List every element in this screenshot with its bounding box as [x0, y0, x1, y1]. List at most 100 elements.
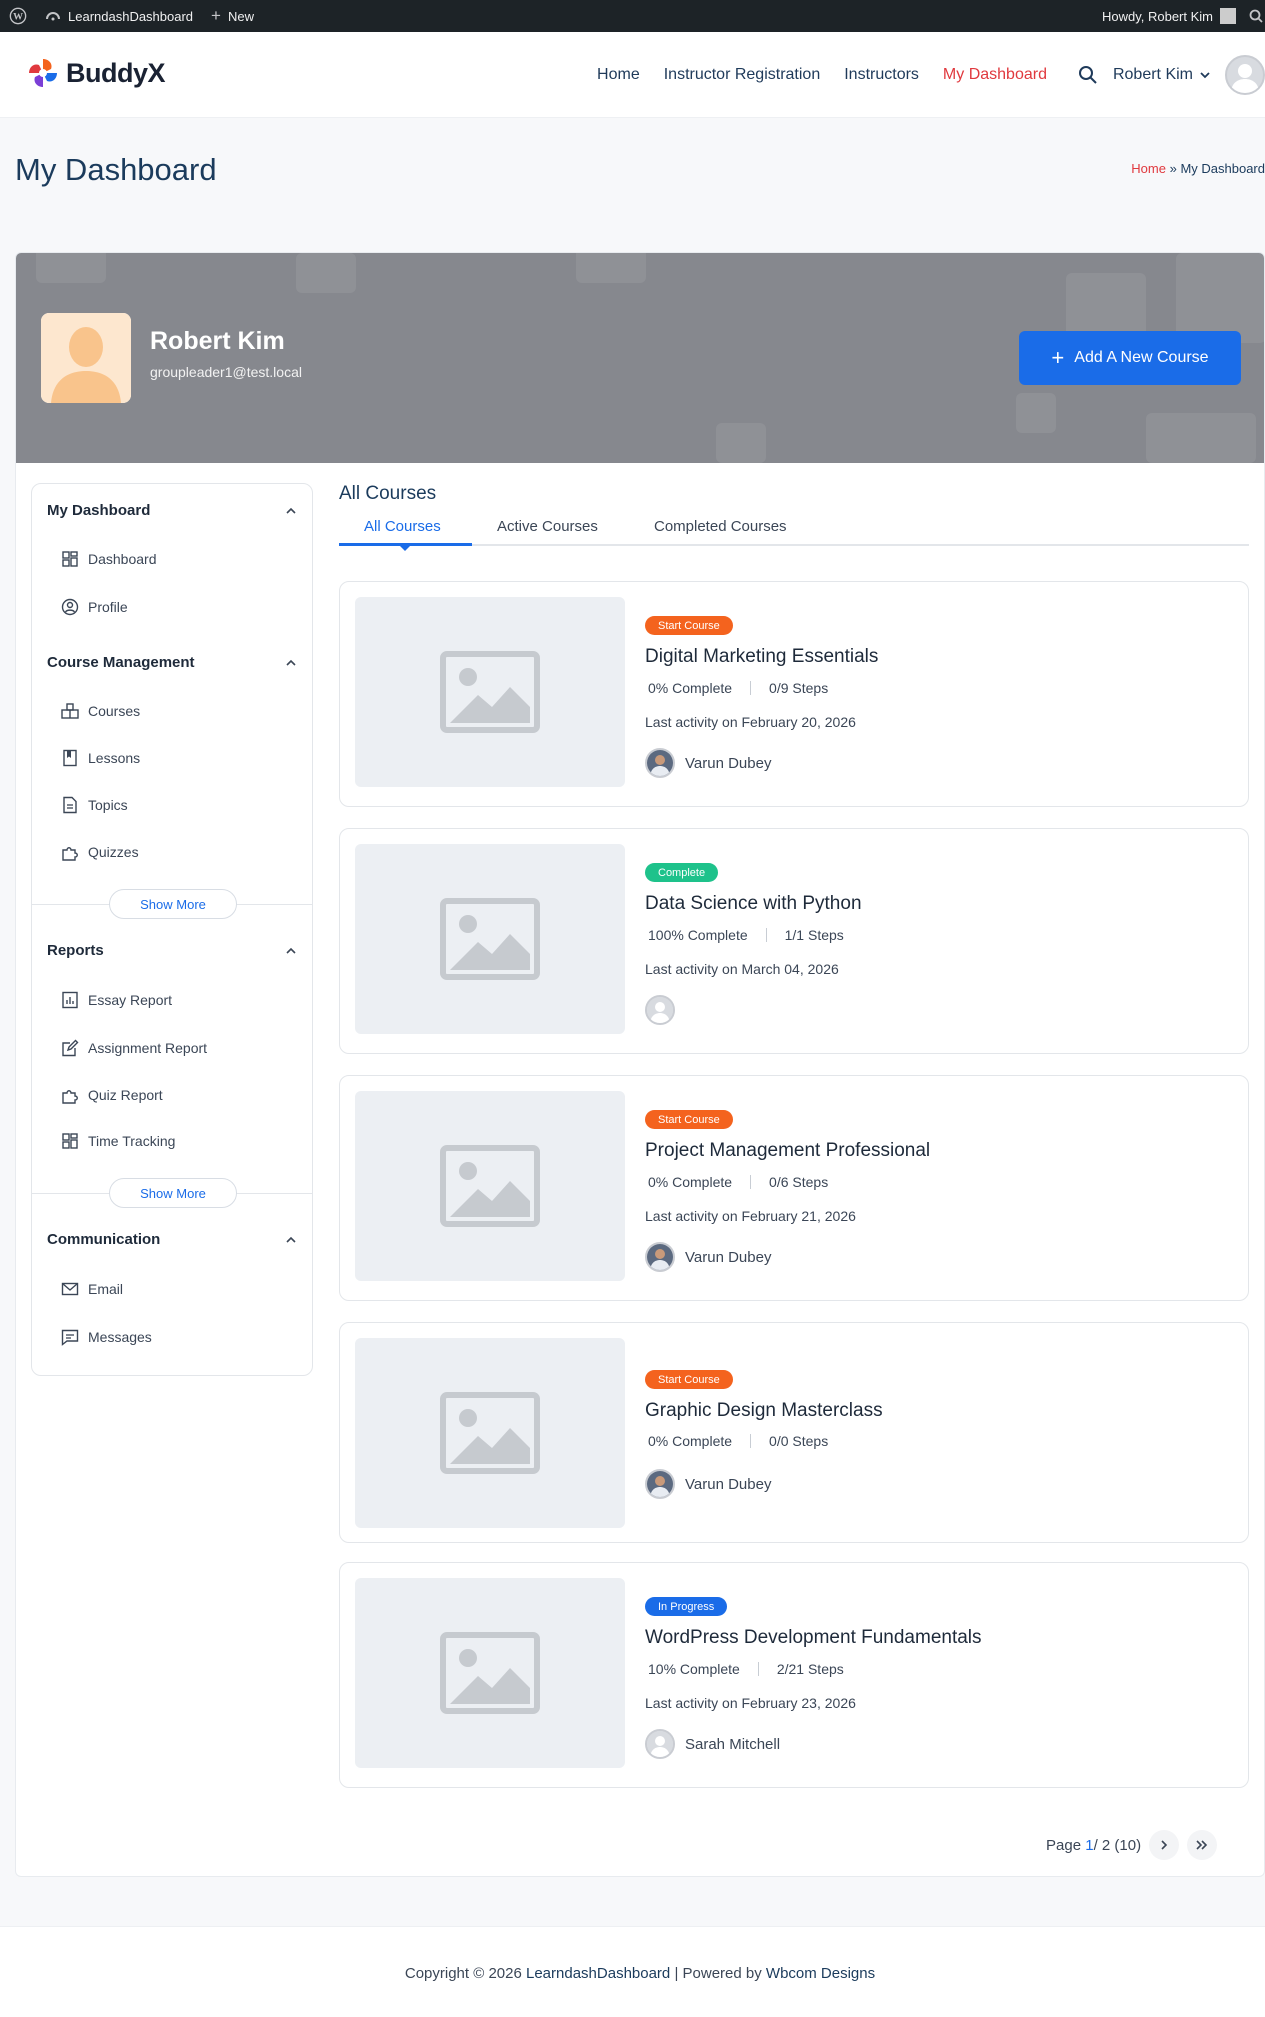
sidebar-item-quizzes[interactable]: Quizzes — [60, 842, 139, 862]
instructor-avatar — [645, 1729, 675, 1759]
breadcrumb-current: My Dashboard — [1180, 161, 1265, 176]
wordpress-logo-menu[interactable]: W — [0, 0, 36, 32]
course-card[interactable]: Start Course Project Management Professi… — [339, 1075, 1249, 1301]
image-placeholder-icon — [440, 1632, 540, 1714]
chevron-up-icon[interactable] — [284, 944, 298, 958]
course-thumbnail[interactable] — [355, 1091, 625, 1281]
plus-icon: + — [1051, 345, 1065, 370]
sidebar-item-courses[interactable]: Courses — [60, 701, 140, 721]
sidebar-heading-my-dashboard[interactable]: My Dashboard — [47, 502, 150, 519]
course-status-badge: In Progress — [645, 1597, 728, 1616]
instructor-avatar — [645, 995, 675, 1025]
sidebar-item-lessons[interactable]: Lessons — [60, 748, 140, 768]
course-instructor[interactable]: Varun Dubey — [645, 1469, 771, 1499]
new-content-menu[interactable]: + New — [202, 0, 263, 32]
instructor-avatar — [645, 748, 675, 778]
footer-site-link[interactable]: LearndashDashboard — [526, 1965, 670, 1982]
course-thumbnail[interactable] — [355, 597, 625, 787]
course-card[interactable]: Start Course Graphic Design Masterclass … — [339, 1322, 1249, 1543]
sidebar-item-dashboard[interactable]: Dashboard — [60, 549, 157, 569]
sidebar-item-quiz-report[interactable]: Quiz Report — [60, 1085, 163, 1105]
course-percent: 100% Complete — [648, 927, 748, 943]
sidebar-item-assignment-report[interactable]: Assignment Report — [60, 1038, 207, 1058]
current-page: 1 — [1085, 1836, 1094, 1854]
course-card[interactable]: In Progress WordPress Development Fundam… — [339, 1562, 1249, 1788]
site-logo[interactable]: BuddyX — [26, 56, 166, 90]
course-steps: 1/1 Steps — [784, 927, 844, 943]
nav-home[interactable]: Home — [597, 66, 640, 84]
puzzle-icon — [62, 847, 78, 861]
sidebar-item-profile[interactable]: Profile — [60, 597, 128, 617]
course-title[interactable]: Graphic Design Masterclass — [645, 1400, 883, 1422]
user-menu[interactable]: Robert Kim — [1113, 66, 1211, 84]
last-page-button[interactable] — [1187, 1830, 1218, 1860]
sidebar-item-essay-report[interactable]: Essay Report — [60, 990, 172, 1010]
person-photo-icon — [647, 1244, 673, 1270]
my-account-menu[interactable]: Howdy, Robert Kim — [1093, 0, 1245, 32]
copyright-text: Copyright © 2026 LearndashDashboard | Po… — [0, 1965, 1265, 1982]
sidebar-item-label: Courses — [88, 703, 141, 719]
tab-all-courses[interactable]: All Courses — [364, 518, 441, 535]
chevron-up-icon[interactable] — [284, 656, 298, 670]
nav-my-dashboard[interactable]: My Dashboard — [943, 66, 1047, 84]
howdy-text: Howdy, Robert Kim — [1101, 8, 1213, 24]
chevron-up-icon[interactable] — [284, 504, 298, 518]
show-more-button[interactable]: Show More — [109, 1178, 237, 1208]
course-title[interactable]: Data Science with Python — [645, 893, 862, 915]
course-progress: 100% Complete 1/1 Steps — [648, 927, 844, 943]
course-instructor[interactable]: Sarah Mitchell — [645, 1729, 780, 1759]
divider — [750, 1434, 752, 1448]
nav-instructor-registration[interactable]: Instructor Registration — [664, 66, 821, 84]
course-steps: 0/6 Steps — [769, 1174, 829, 1190]
course-percent: 0% Complete — [648, 1174, 733, 1190]
user-avatar[interactable] — [1225, 55, 1265, 95]
course-card[interactable]: Complete Data Science with Python 100% C… — [339, 828, 1249, 1054]
next-page-button[interactable] — [1149, 1830, 1180, 1860]
plus-icon: + — [211, 6, 221, 25]
admin-avatar — [1220, 8, 1236, 24]
instructor-name: Sarah Mitchell — [685, 1735, 781, 1753]
course-thumbnail[interactable] — [355, 844, 625, 1034]
course-title[interactable]: WordPress Development Fundamentals — [645, 1627, 982, 1649]
sidebar-item-messages[interactable]: Messages — [60, 1327, 152, 1347]
add-course-label: Add A New Course — [1074, 349, 1209, 366]
tab-active-courses[interactable]: Active Courses — [497, 518, 598, 535]
course-card[interactable]: Start Course Digital Marketing Essential… — [339, 581, 1249, 807]
breadcrumb-home[interactable]: Home — [1131, 161, 1166, 176]
show-more-button[interactable]: Show More — [109, 889, 237, 919]
course-instructor[interactable]: Varun Dubey — [645, 748, 771, 778]
course-progress: 0% Complete 0/6 Steps — [648, 1174, 828, 1190]
course-instructor[interactable]: Varun Dubey — [645, 1242, 771, 1272]
add-new-course-button[interactable]: + Add A New Course — [1019, 331, 1241, 385]
course-status-badge: Complete — [645, 863, 719, 882]
sidebar-heading-reports[interactable]: Reports — [47, 942, 104, 959]
admin-search[interactable] — [1245, 0, 1265, 32]
sidebar-item-label: Quizzes — [88, 844, 139, 860]
site-name-menu[interactable]: LearndashDashboard — [36, 0, 202, 32]
default-avatar-icon — [647, 997, 673, 1023]
search-icon[interactable] — [1077, 64, 1099, 86]
active-tab-caret — [399, 545, 411, 551]
course-title[interactable]: Project Management Professional — [645, 1140, 930, 1162]
page-label: Page — [1046, 1836, 1082, 1854]
footer-middle: | Powered by — [670, 1965, 766, 1982]
person-silhouette-icon — [41, 313, 131, 403]
course-title[interactable]: Digital Marketing Essentials — [645, 646, 878, 668]
wordpress-icon: W — [9, 7, 27, 25]
sidebar-item-time-tracking[interactable]: Time Tracking — [60, 1131, 175, 1151]
sidebar-heading-course-management[interactable]: Course Management — [47, 654, 195, 671]
course-thumbnail[interactable] — [355, 1338, 625, 1528]
tab-completed-courses[interactable]: Completed Courses — [654, 518, 787, 535]
nav-instructors[interactable]: Instructors — [844, 66, 919, 84]
page-title-bar: My Dashboard Home » My Dashboard — [0, 118, 1265, 220]
footer-powered-link[interactable]: Wbcom Designs — [766, 1965, 875, 1982]
divider — [750, 681, 752, 695]
page-total: / 2 (10) — [1093, 1836, 1142, 1854]
course-instructor[interactable] — [645, 995, 685, 1025]
course-thumbnail[interactable] — [355, 1578, 625, 1768]
sidebar-heading-communication[interactable]: Communication — [47, 1231, 160, 1248]
chevron-up-icon[interactable] — [284, 1233, 298, 1247]
sidebar-item-topics[interactable]: Topics — [60, 795, 128, 815]
profile-banner: Robert Kim groupleader1@test.local + Add… — [16, 253, 1264, 463]
sidebar-item-email[interactable]: Email — [60, 1279, 123, 1299]
